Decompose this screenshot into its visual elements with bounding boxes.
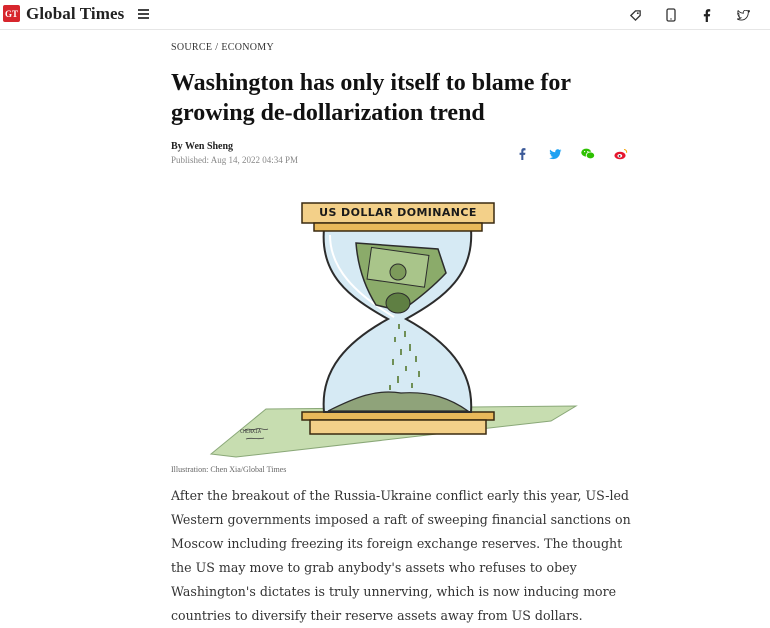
share-twitter-icon[interactable] bbox=[548, 147, 562, 161]
menu-icon[interactable] bbox=[138, 9, 149, 20]
share-bar bbox=[515, 147, 628, 161]
top-navigation-bar: GT Global Times bbox=[0, 0, 770, 30]
mobile-icon[interactable] bbox=[662, 6, 680, 24]
breadcrumb-source[interactable]: SOURCE bbox=[171, 42, 212, 53]
share-wechat-icon[interactable] bbox=[581, 147, 595, 161]
facebook-icon[interactable] bbox=[698, 6, 716, 24]
logo-icon[interactable]: GT bbox=[3, 5, 20, 22]
tag-icon[interactable] bbox=[626, 6, 644, 24]
breadcrumb-separator: / bbox=[215, 42, 219, 53]
site-name[interactable]: Global Times bbox=[26, 4, 124, 24]
author-byline: By Wen Sheng bbox=[171, 141, 234, 152]
twitter-icon[interactable] bbox=[734, 6, 752, 24]
share-weibo-icon[interactable] bbox=[614, 147, 628, 161]
publish-date: Published: Aug 14, 2022 04:34 PM bbox=[171, 155, 299, 165]
share-facebook-icon[interactable] bbox=[515, 147, 529, 161]
article-paragraph: After the breakout of the Russia-Ukraine… bbox=[171, 488, 631, 623]
breadcrumb-economy[interactable]: ECONOMY bbox=[221, 42, 274, 53]
illustrator-signature: CHENXIA bbox=[240, 429, 262, 435]
image-caption: Illustration: Chen Xia/Global Times bbox=[171, 465, 287, 474]
illustration-banner-text: US DOLLAR DOMINANCE bbox=[319, 206, 477, 219]
article-illustration: US DOLLAR DOMINANCE CHENXIA bbox=[206, 199, 586, 459]
article-title: Washington has only itself to blame for … bbox=[171, 70, 571, 126]
breadcrumb: SOURCE / ECONOMY bbox=[171, 42, 274, 53]
